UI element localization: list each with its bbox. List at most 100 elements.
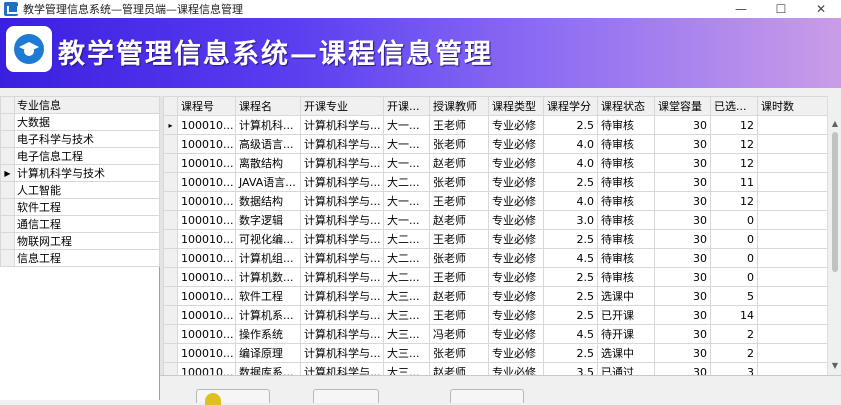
major-name[interactable]: 电子信息工程: [14, 147, 160, 165]
table-cell[interactable]: 张老师: [429, 134, 489, 154]
table-cell[interactable]: 0: [710, 210, 758, 230]
table-cell[interactable]: 数据库系...: [235, 362, 301, 375]
major-name[interactable]: 通信工程: [14, 215, 160, 233]
table-cell[interactable]: 30: [654, 134, 711, 154]
current-row-arrow-icon[interactable]: ▸: [163, 115, 178, 135]
maximize-icon[interactable]: ☐: [761, 0, 801, 18]
table-cell[interactable]: 待审核: [597, 248, 655, 268]
table-cell[interactable]: 计算机科学与...: [300, 229, 384, 249]
table-cell[interactable]: 100010...: [177, 248, 236, 268]
column-header[interactable]: 已选...: [710, 96, 758, 116]
table-cell[interactable]: 30: [654, 362, 711, 375]
table-cell[interactable]: 30: [654, 172, 711, 192]
major-list-item[interactable]: 物联网工程: [0, 232, 160, 250]
table-cell[interactable]: 4.0: [543, 134, 598, 154]
table-cell[interactable]: 100010...: [177, 172, 236, 192]
table-cell[interactable]: 待审核: [597, 191, 655, 211]
table-cell[interactable]: 选课中: [597, 343, 655, 363]
table-cell[interactable]: 30: [654, 229, 711, 249]
table-cell[interactable]: 张老师: [429, 343, 489, 363]
row-header[interactable]: [163, 324, 178, 344]
table-cell[interactable]: 11: [710, 172, 758, 192]
table-cell[interactable]: 赵老师: [429, 153, 489, 173]
table-row[interactable]: 100010... 可视化编... 计算机科学与... 大二... 王老师 专业必修 2.5…: [163, 229, 828, 249]
table-cell[interactable]: 专业必修: [488, 153, 544, 173]
row-header[interactable]: [0, 232, 15, 250]
table-cell[interactable]: 待审核: [597, 172, 655, 192]
table-cell[interactable]: 30: [654, 305, 711, 325]
row-header[interactable]: [163, 172, 178, 192]
table-cell[interactable]: 大一...: [383, 134, 430, 154]
table-cell[interactable]: [757, 191, 828, 211]
row-header[interactable]: [0, 147, 15, 165]
table-cell[interactable]: 计算机组...: [235, 248, 301, 268]
row-header[interactable]: [163, 134, 178, 154]
table-cell[interactable]: 张老师: [429, 248, 489, 268]
table-cell[interactable]: 计算机数...: [235, 267, 301, 287]
table-cell[interactable]: 大三...: [383, 305, 430, 325]
column-header[interactable]: 课程名: [235, 96, 301, 116]
close-icon[interactable]: ✕: [801, 0, 841, 18]
major-list-item[interactable]: 通信工程: [0, 215, 160, 233]
table-cell[interactable]: 12: [710, 153, 758, 173]
table-cell[interactable]: 计算机科学与...: [300, 172, 384, 192]
table-cell[interactable]: 已通过: [597, 362, 655, 375]
row-header[interactable]: [0, 113, 15, 131]
table-cell[interactable]: 专业必修: [488, 210, 544, 230]
major-name[interactable]: 电子科学与技术: [14, 130, 160, 148]
table-cell[interactable]: 大三...: [383, 286, 430, 306]
row-header[interactable]: [0, 198, 15, 216]
table-cell[interactable]: 100010...: [177, 115, 236, 135]
table-cell[interactable]: 计算机科学与...: [300, 343, 384, 363]
table-cell[interactable]: 计算机科学与...: [300, 191, 384, 211]
table-cell[interactable]: 计算机科学与...: [300, 362, 384, 375]
table-cell[interactable]: 3.0: [543, 210, 598, 230]
row-header[interactable]: [0, 249, 15, 267]
table-cell[interactable]: [757, 134, 828, 154]
row-header-corner[interactable]: [0, 96, 15, 114]
table-cell[interactable]: 计算机科学与...: [300, 305, 384, 325]
table-cell[interactable]: 待审核: [597, 115, 655, 135]
table-cell[interactable]: 100010...: [177, 286, 236, 306]
table-cell[interactable]: 4.0: [543, 191, 598, 211]
table-cell[interactable]: 100010...: [177, 153, 236, 173]
column-header[interactable]: 开课...: [383, 96, 430, 116]
table-cell[interactable]: [757, 210, 828, 230]
table-cell[interactable]: 12: [710, 134, 758, 154]
table-cell[interactable]: 王老师: [429, 229, 489, 249]
row-header[interactable]: [0, 215, 15, 233]
major-name[interactable]: 信息工程: [14, 249, 160, 267]
major-list-item[interactable]: 人工智能: [0, 181, 160, 199]
table-row[interactable]: 100010... 高级语言... 计算机科学与... 大一... 张老师 专业必修 4.0…: [163, 134, 828, 154]
table-cell[interactable]: 100010...: [177, 134, 236, 154]
table-row[interactable]: 100010... JAVA语言... 计算机科学与... 大二... 张老师 专业必修 2…: [163, 172, 828, 192]
table-cell[interactable]: 2.5: [543, 115, 598, 135]
table-cell[interactable]: [757, 248, 828, 268]
table-cell[interactable]: 王老师: [429, 191, 489, 211]
table-cell[interactable]: 操作系统: [235, 324, 301, 344]
table-cell[interactable]: [757, 267, 828, 287]
row-header[interactable]: [163, 248, 178, 268]
major-name[interactable]: 大数据: [14, 113, 160, 131]
table-row[interactable]: 100010... 操作系统 计算机科学与... 大三... 冯老师 专业必修 4.5 待开课…: [163, 324, 828, 344]
table-cell[interactable]: 计算机科学与...: [300, 286, 384, 306]
major-name[interactable]: 物联网工程: [14, 232, 160, 250]
toolbar-button-1[interactable]: [196, 389, 270, 405]
table-row[interactable]: 100010... 编译原理 计算机科学与... 大三... 张老师 专业必修 2.5 选课中…: [163, 343, 828, 363]
major-list-item[interactable]: 信息工程: [0, 249, 160, 267]
row-header[interactable]: [0, 130, 15, 148]
table-row[interactable]: 100010... 数据库系... 计算机科学与... 大三... 赵老师 专业必修 3.5…: [163, 362, 828, 375]
table-cell[interactable]: 100010...: [177, 362, 236, 375]
table-cell[interactable]: 专业必修: [488, 191, 544, 211]
scroll-up-icon[interactable]: ▲: [828, 116, 841, 130]
table-cell[interactable]: 编译原理: [235, 343, 301, 363]
table-row[interactable]: ▸ 100010... 计算机科... 计算机科学与... 大一... 王老师 专业必修 2.…: [163, 115, 828, 135]
table-cell[interactable]: 离散结构: [235, 153, 301, 173]
row-header-corner[interactable]: [163, 96, 178, 116]
table-cell[interactable]: 数据结构: [235, 191, 301, 211]
table-cell[interactable]: 专业必修: [488, 267, 544, 287]
major-column-header[interactable]: 专业信息: [14, 96, 160, 114]
table-cell[interactable]: [757, 153, 828, 173]
table-cell[interactable]: 专业必修: [488, 229, 544, 249]
table-cell[interactable]: 100010...: [177, 324, 236, 344]
